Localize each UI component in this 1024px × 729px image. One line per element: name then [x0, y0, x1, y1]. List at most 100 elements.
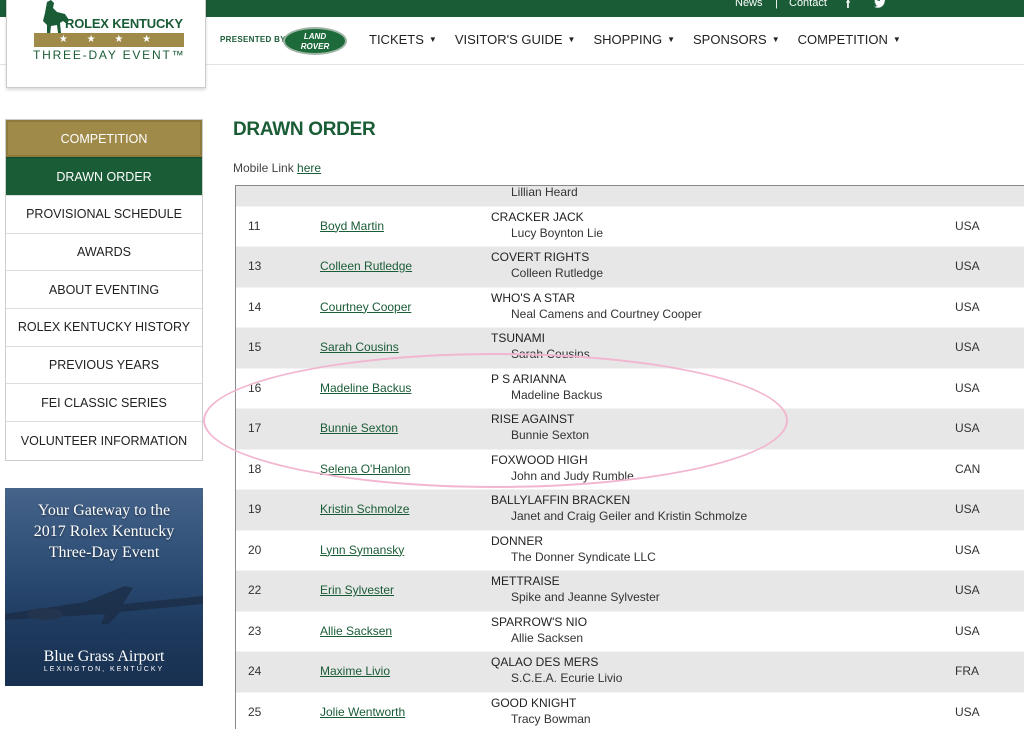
- airport-name: Blue Grass Airport: [43, 648, 165, 665]
- horse-name: DONNER: [491, 533, 544, 548]
- nav-sponsors[interactable]: SPONSORS ▼: [693, 32, 780, 47]
- presented-by-label: PRESENTED BY: [220, 35, 286, 44]
- rider-name-link[interactable]: Bunnie Sexton: [320, 421, 398, 435]
- country-code: USA: [955, 542, 980, 557]
- table-row: 17 Bunnie Sexton RISE AGAINST Bunnie Sexton…: [236, 409, 1024, 450]
- sidebar-item-provisional-schedule[interactable]: PROVISIONAL SCHEDULE: [6, 196, 202, 234]
- owner-name: Allie Sacksen: [511, 630, 584, 645]
- horse-name: CRACKER JACK: [491, 209, 584, 224]
- entry-number: 19: [248, 502, 262, 516]
- entry-number: 13: [248, 259, 262, 273]
- horse-name: TSUNAMI: [491, 331, 545, 345]
- rider-name-link[interactable]: Lynn Symansky: [320, 543, 404, 557]
- sidebar-item-previous-years[interactable]: PREVIOUS YEARS: [6, 347, 202, 385]
- owner-name: Neal Camens and Courtney Cooper: [511, 306, 702, 321]
- chevron-down-icon: ▼: [428, 35, 437, 44]
- owner-name: Colleen Rutledge: [511, 266, 604, 280]
- rider-name-link[interactable]: Maxime Livio: [320, 664, 390, 678]
- country-code: USA: [955, 218, 980, 233]
- airport-ad-banner[interactable]: Your Gateway to the 2017 Rolex Kentucky …: [5, 488, 203, 686]
- country-code: FRA: [955, 664, 979, 678]
- table-row: 23 Allie Sacksen SPARROW'S NIO Allie Sackse…: [236, 612, 1024, 652]
- nav-visitors-guide[interactable]: VISITOR'S GUIDE ▼: [455, 32, 576, 47]
- owner-name: Bunnie Sexton: [511, 428, 590, 442]
- contact-link[interactable]: Contact: [789, 0, 827, 9]
- nav-competition[interactable]: COMPETITION ▼: [798, 32, 901, 47]
- entry-number: 17: [248, 421, 262, 435]
- entry-number: 20: [248, 542, 262, 557]
- sidebar-item-drawn-order[interactable]: DRAWN ORDER: [6, 157, 202, 196]
- rider-name-link[interactable]: Courtney Cooper: [320, 300, 411, 314]
- sidebar-item-volunteer-information[interactable]: VOLUNTEER INFORMATION: [6, 422, 202, 460]
- nav-shopping[interactable]: SHOPPING ▼: [593, 32, 675, 47]
- owner-name: The Donner Syndicate LLC: [511, 549, 656, 564]
- entry-number: 24: [248, 664, 262, 678]
- table-row: 20 Lynn Symansky DONNER The Donner Syndicat…: [236, 531, 1024, 571]
- entry-number: 16: [248, 380, 262, 395]
- owner-name: Lillian Heard: [511, 185, 578, 199]
- table-row: 18 Selena O'Hanlon FOXWOOD HIGH John and Ju…: [236, 450, 1024, 490]
- rider-name-link[interactable]: Sarah Cousins: [320, 340, 399, 354]
- rider-name-link[interactable]: Colleen Rutledge: [320, 259, 412, 273]
- sidebar-item-fei-classic-series[interactable]: FEI CLASSIC SERIES: [6, 384, 202, 423]
- twitter-icon[interactable]: [874, 0, 886, 11]
- sidebar-item-competition[interactable]: COMPETITION: [6, 120, 202, 157]
- table-row: 15 Sarah Cousins TSUNAMI Sarah Cousins USA: [236, 328, 1024, 369]
- chevron-down-icon: ▼: [567, 35, 576, 44]
- land-rover-logo[interactable]: LAND ROVER: [283, 27, 347, 55]
- entry-number: 14: [248, 299, 262, 314]
- horse-name: BALLYLAFFIN BRACKEN: [491, 493, 631, 507]
- owner-name: John and Judy Rumble: [511, 468, 634, 483]
- table-row: 24 Maxime Livio QALAO DES MERS S.C.E.A. Ecu…: [236, 652, 1024, 693]
- ad-headline: Your Gateway to the 2017 Rolex Kentucky …: [33, 502, 175, 561]
- horse-name: FOXWOOD HIGH: [491, 452, 588, 467]
- rider-name-link[interactable]: Selena O'Hanlon: [320, 462, 410, 476]
- rider-name-link[interactable]: Madeline Backus: [320, 381, 411, 395]
- rider-name-link[interactable]: Boyd Martin: [320, 219, 384, 233]
- rider-name-link[interactable]: Kristin Schmolze: [320, 502, 409, 516]
- airport-location: LEXINGTON, KENTUCKY: [43, 666, 165, 673]
- horse-name: COVERT RIGHTS: [491, 250, 590, 264]
- sidebar-item-awards[interactable]: AWARDS: [6, 234, 202, 272]
- drawn-order-table: Lillian Heard 11 Boyd Martin CRACKER JACK Lu…: [235, 185, 1024, 729]
- country-code: USA: [955, 421, 980, 435]
- country-code: USA: [955, 623, 980, 638]
- country-code: USA: [955, 299, 980, 314]
- country-code: CAN: [955, 461, 981, 476]
- chevron-down-icon: ▼: [667, 35, 676, 44]
- facebook-icon[interactable]: f: [846, 0, 850, 11]
- table-row: Lillian Heard: [236, 185, 1024, 207]
- owner-name: Sarah Cousins: [511, 347, 590, 361]
- table-row: 22 Erin Sylvester METTRAISE Spike and Jeann…: [236, 571, 1024, 612]
- horse-name: METTRAISE: [491, 574, 560, 588]
- entry-number: 23: [248, 623, 262, 638]
- sidebar-item-about-eventing[interactable]: ABOUT EVENTING: [6, 271, 202, 310]
- separator: |: [775, 0, 778, 9]
- country-code: USA: [955, 259, 980, 273]
- brand-stars: ★ ★ ★ ★: [34, 33, 184, 47]
- owner-name: Tracy Bowman: [511, 711, 591, 726]
- rider-name-link[interactable]: Erin Sylvester: [320, 583, 394, 597]
- chevron-down-icon: ▼: [771, 35, 780, 44]
- entry-number: 15: [248, 340, 262, 354]
- owner-name: Janet and Craig Geiler and Kristin Schmo…: [511, 509, 748, 523]
- entry-number: 11: [248, 218, 261, 233]
- entry-number: 25: [248, 704, 262, 719]
- sidebar-item-history[interactable]: ROLEX KENTUCKY HISTORY: [6, 309, 202, 347]
- chevron-down-icon: ▼: [892, 35, 901, 44]
- horse-name: GOOD KNIGHT: [491, 695, 577, 710]
- brand-subtitle: THREE-DAY EVENT™: [33, 48, 186, 62]
- mobile-link[interactable]: here: [297, 161, 321, 175]
- nav-tickets[interactable]: TICKETS ▼: [369, 32, 437, 47]
- news-link[interactable]: News: [735, 0, 763, 9]
- table-row: 13 Colleen Rutledge COVERT RIGHTS Colleen R…: [236, 247, 1024, 288]
- country-code: USA: [955, 704, 980, 719]
- brand-title: ROLEX KENTUCKY: [65, 16, 183, 31]
- horse-name: QALAO DES MERS: [491, 655, 599, 669]
- table-row: 16 Madeline Backus P S ARIANNA Madeline Bac…: [236, 369, 1024, 409]
- rider-name-link[interactable]: Jolie Wentworth: [320, 705, 405, 719]
- country-code: USA: [955, 380, 980, 395]
- horse-name: WHO'S A STAR: [491, 290, 576, 305]
- rider-name-link[interactable]: Allie Sacksen: [320, 624, 392, 638]
- site-logo[interactable]: ROLEX KENTUCKY ★ ★ ★ ★ THREE-DAY EVENT™: [6, 0, 206, 88]
